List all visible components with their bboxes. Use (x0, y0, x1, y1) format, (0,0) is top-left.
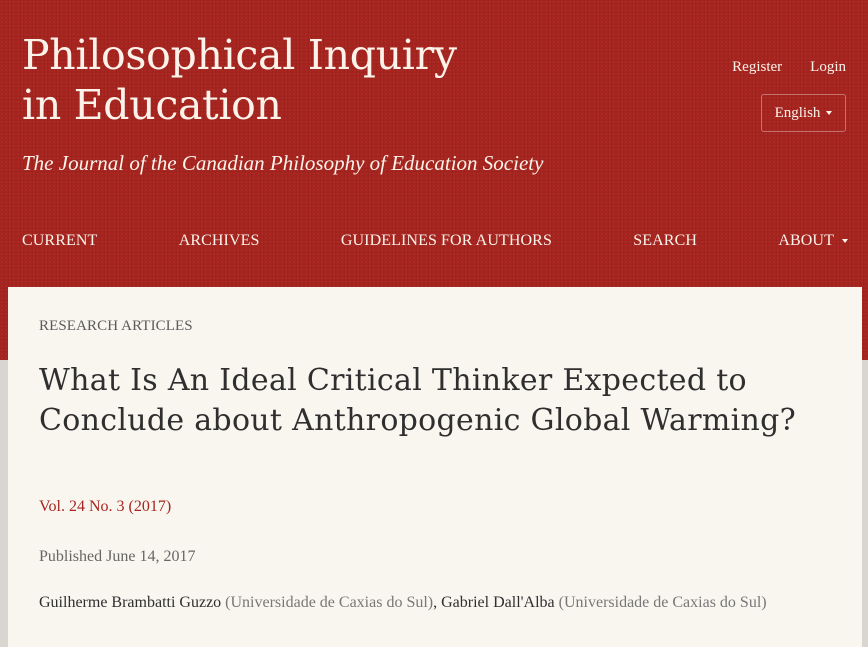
issue-link[interactable]: Vol. 24 No. 3 (2017) (39, 498, 171, 516)
main-nav: CURRENT ARCHIVES GUIDELINES FOR AUTHORS … (22, 232, 848, 250)
login-link[interactable]: Login (810, 59, 846, 76)
author-name: Guilherme Brambatti Guzzo (39, 594, 222, 611)
author-list: Guilherme Brambatti Guzzo (Universidade … (39, 594, 859, 612)
nav-item-archives[interactable]: ARCHIVES (179, 232, 260, 250)
language-label: English (774, 104, 821, 121)
article-section: RESEARCH ARTICLES (39, 318, 193, 334)
site-title-line-2[interactable]: in Education (22, 80, 457, 130)
article-content: RESEARCH ARTICLES What Is An Ideal Criti… (8, 287, 862, 647)
author-affiliation: (Universidade de Caxias do Sul) (225, 594, 434, 611)
author-name: Gabriel Dall'Alba (441, 594, 555, 611)
nav-item-about-label: ABOUT (778, 232, 834, 249)
site-title[interactable]: Philosophical Inquiry in Education (22, 30, 457, 130)
chevron-down-icon (826, 111, 833, 115)
author-separator: , (433, 594, 438, 611)
user-nav: Register Login (732, 59, 846, 76)
nav-item-about[interactable]: ABOUT (778, 232, 848, 250)
language-selector[interactable]: English (761, 94, 846, 132)
nav-item-search[interactable]: SEARCH (633, 232, 697, 250)
article-title: What Is An Ideal Critical Thinker Expect… (39, 363, 797, 438)
register-link[interactable]: Register (732, 59, 782, 76)
site-title-line-1[interactable]: Philosophical Inquiry (22, 30, 457, 80)
chevron-down-icon (841, 239, 848, 243)
nav-item-current[interactable]: CURRENT (22, 232, 97, 250)
published-date: Published June 14, 2017 (39, 548, 196, 565)
site-tagline: The Journal of the Canadian Philosophy o… (22, 151, 544, 175)
nav-item-guidelines[interactable]: GUIDELINES FOR AUTHORS (341, 232, 552, 250)
author-affiliation: (Universidade de Caxias do Sul) (558, 594, 767, 611)
